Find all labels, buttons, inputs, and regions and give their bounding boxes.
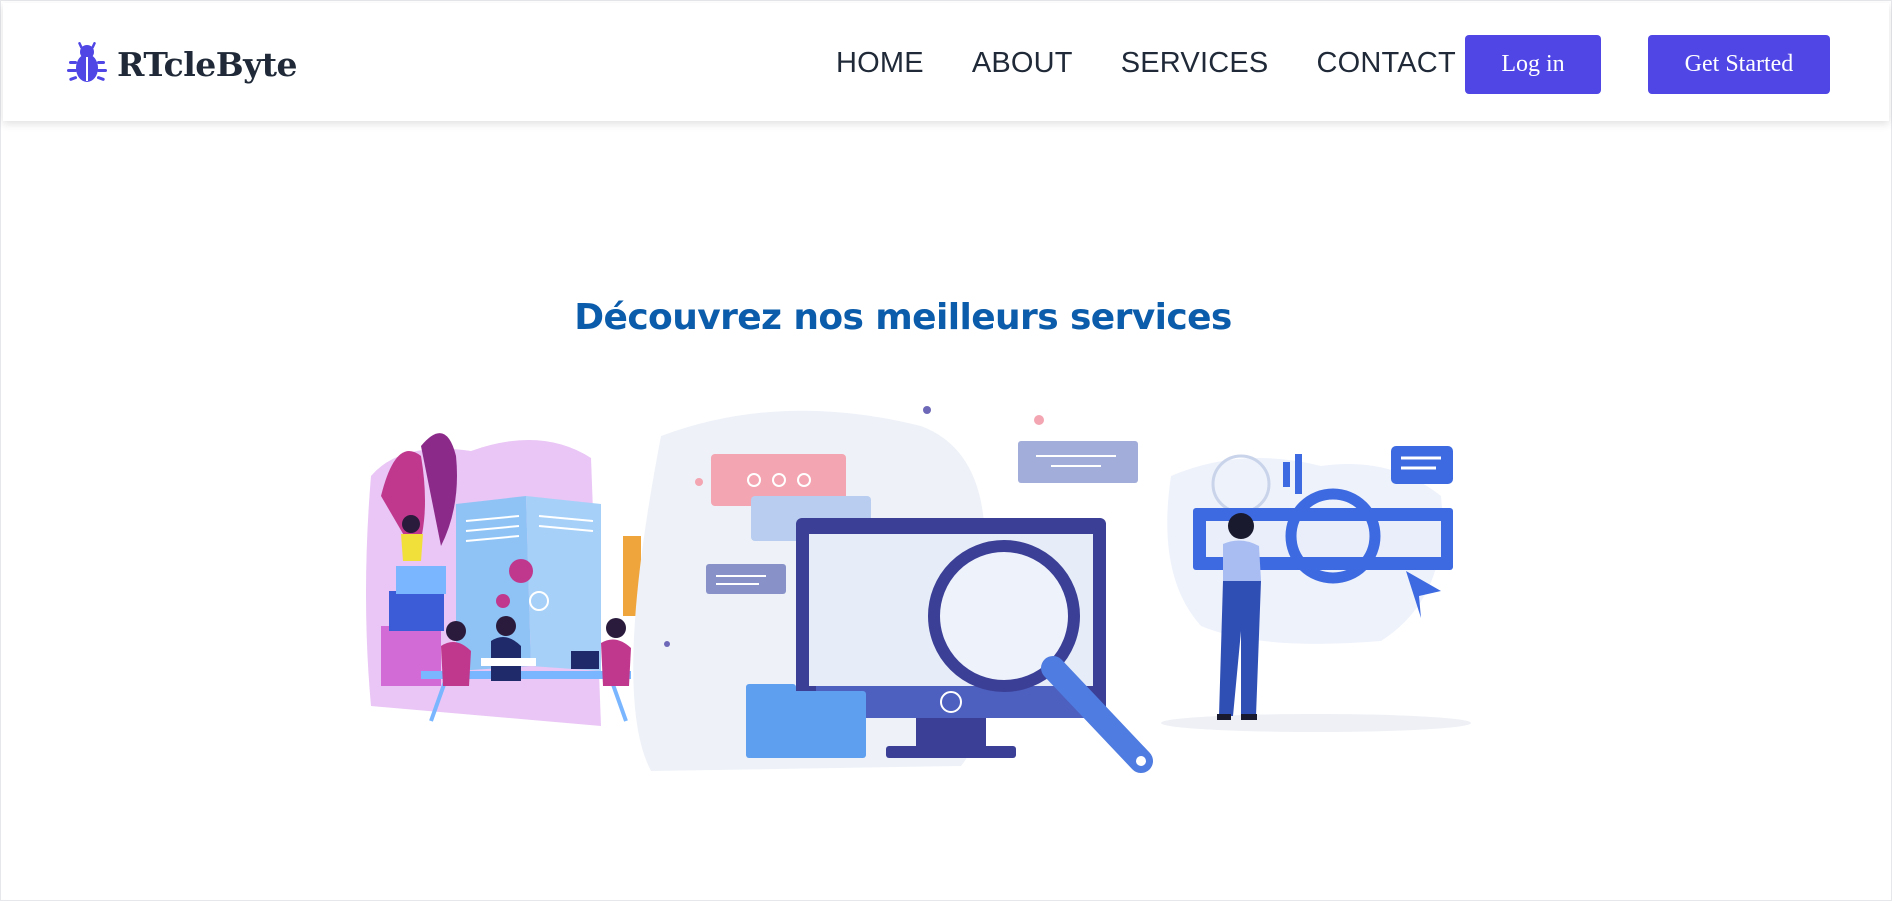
bug-icon (67, 42, 107, 82)
login-button[interactable]: Log in (1465, 35, 1601, 94)
page-frame: RTcleByte HOME ABOUT SERVICES CONTACT Lo… (0, 0, 1892, 901)
get-started-button[interactable]: Get Started (1648, 35, 1830, 94)
hero-title: Découvrez nos meilleurs services (574, 297, 1232, 339)
education-scene (366, 433, 641, 726)
brand-name: RTcleByte (117, 44, 298, 84)
search-bar-scene (1161, 446, 1471, 732)
nav-about-link[interactable]: ABOUT (972, 47, 1073, 80)
brand-logo[interactable]: RTcleByte (65, 41, 298, 87)
hero-illustration (366, 406, 1471, 773)
nav-services-link[interactable]: SERVICES (1121, 47, 1269, 80)
main-nav: HOME ABOUT SERVICES CONTACT (836, 47, 1456, 80)
nav-home-link[interactable]: HOME (836, 47, 924, 80)
search-monitor-scene (633, 406, 1153, 773)
navbar: RTcleByte HOME ABOUT SERVICES CONTACT Lo… (3, 3, 1889, 121)
nav-contact-link[interactable]: CONTACT (1316, 47, 1455, 80)
